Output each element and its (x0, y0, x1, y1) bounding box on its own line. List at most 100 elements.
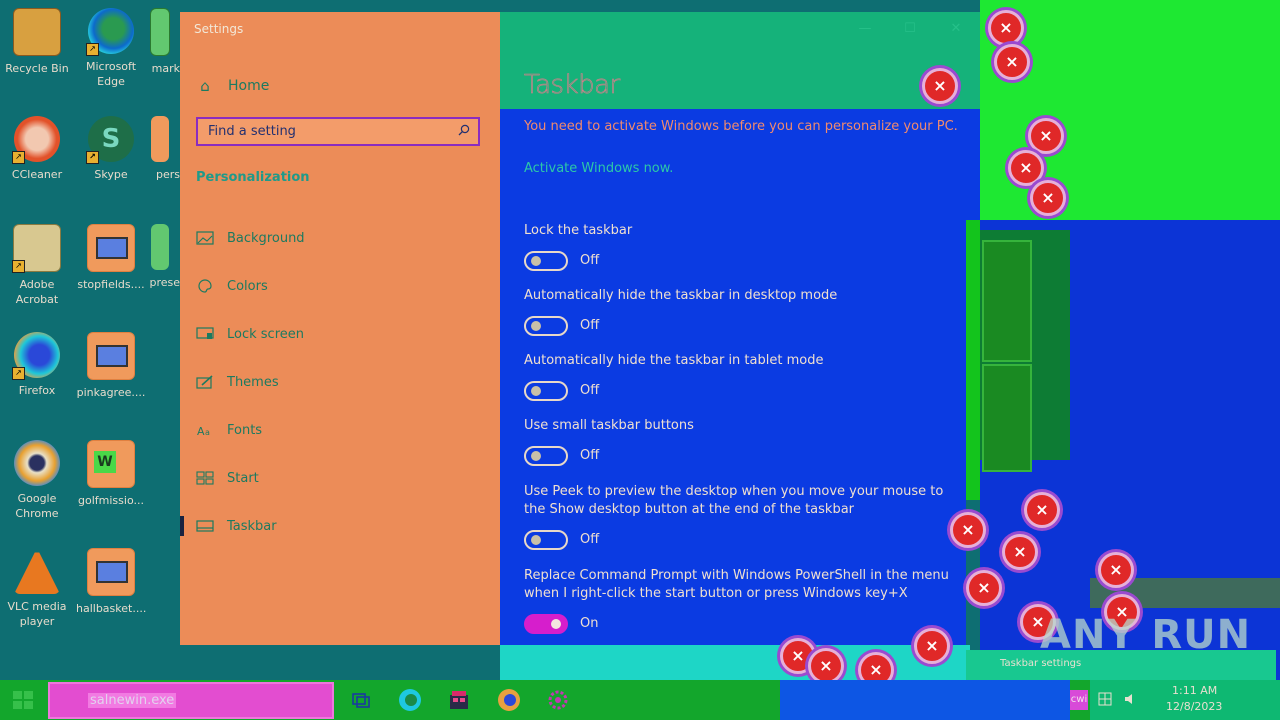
setting-label-autohide-desktop: Automatically hide the taskbar in deskto… (524, 288, 838, 303)
search-box[interactable] (196, 117, 480, 146)
sidebar-item-background[interactable]: Background (196, 228, 305, 248)
edge-icon[interactable] (397, 687, 423, 713)
shortcut-arrow-icon: ↗ (12, 151, 25, 164)
error-icon[interactable]: × (1008, 150, 1044, 186)
settings-content (500, 109, 966, 645)
toggle-small-buttons[interactable] (524, 446, 568, 466)
window-title: Settings (194, 22, 244, 36)
desktop-icon-stopfields[interactable]: stopfields.... (76, 224, 146, 292)
taskbar-search-text[interactable]: salnewin.exe (88, 693, 177, 708)
desktop-icon-edge[interactable]: ↗ Microsoft Edge (76, 8, 146, 89)
desktop-icon-chrome[interactable]: Google Chrome (2, 440, 72, 521)
settings-gear-icon[interactable] (545, 687, 571, 713)
home-icon: ⌂ (200, 77, 210, 95)
setting-label-small-buttons: Use small taskbar buttons (524, 418, 694, 433)
desktop-icon-hallbasket[interactable]: hallbasket.... (76, 548, 146, 616)
toggle-autohide-tablet[interactable] (524, 381, 568, 401)
desktop-icon-recycle-bin[interactable]: Recycle Bin (2, 8, 72, 76)
error-icon[interactable]: × (922, 68, 958, 104)
close-button[interactable]: ✕ (949, 22, 963, 36)
desktop-icon-label: prese (149, 276, 180, 289)
store-icon[interactable] (446, 687, 472, 713)
desktop-icon-label: Microsoft Edge (85, 60, 137, 88)
error-icon[interactable]: × (950, 512, 986, 548)
toggle-knob (531, 321, 541, 331)
minimize-button[interactable]: — (858, 22, 872, 36)
sidebar-item-start[interactable]: Start (196, 468, 259, 488)
start-button[interactable] (12, 690, 34, 710)
image-file-icon (87, 332, 135, 380)
shortcut-arrow-icon: ↗ (12, 260, 25, 273)
sidebar-item-themes[interactable]: Themes (196, 372, 279, 392)
desktop-icon-golfmission[interactable]: W golfmissio... (76, 440, 146, 508)
windows-logo-pane (982, 364, 1032, 472)
desktop-icon-label: Adobe Acrobat (15, 278, 59, 306)
sidebar-item-taskbar[interactable]: Taskbar (196, 516, 277, 536)
taskbar-search-box[interactable]: salnewin.exe (48, 682, 334, 719)
desktop-icon-label: golfmissio... (78, 494, 144, 507)
desktop-icon-label: Google Chrome (15, 492, 59, 520)
shortcut-arrow-icon: ↗ (86, 151, 99, 164)
setting-label-lock-taskbar: Lock the taskbar (524, 223, 633, 238)
error-icon[interactable]: × (1098, 552, 1134, 588)
desktop-icon-firefox[interactable]: ↗ Firefox (2, 332, 72, 398)
vlc-cone-icon (14, 548, 60, 594)
word-badge-icon: W (94, 451, 116, 473)
error-icon[interactable]: × (966, 570, 1002, 606)
error-icon[interactable]: × (1030, 180, 1066, 216)
maximize-button[interactable]: ☐ (903, 22, 917, 36)
taskbar-settings-tooltip: Taskbar settings (1000, 658, 1082, 669)
sidebar-item-colors[interactable]: Colors (196, 276, 268, 296)
desktop-icon-prese[interactable]: prese (140, 224, 180, 290)
error-icon[interactable]: × (1024, 492, 1060, 528)
error-icon[interactable]: × (914, 628, 950, 664)
error-icon[interactable]: × (994, 44, 1030, 80)
desktop-icon-pers[interactable]: pers (140, 116, 180, 182)
sidebar-item-lock-screen[interactable]: Lock screen (196, 324, 304, 344)
activate-windows-link[interactable]: Activate Windows now. (524, 161, 673, 176)
brush-icon (196, 375, 213, 389)
desktop-background-region (966, 220, 980, 500)
palette-icon (198, 279, 212, 293)
edge-icon: ↗ (86, 8, 134, 56)
desktop-icon-pinkagree[interactable]: pinkagree.... (76, 332, 146, 400)
toggle-state: Off (580, 532, 600, 547)
search-icon[interactable] (458, 124, 470, 136)
toggle-peek[interactable] (524, 530, 568, 550)
error-icon[interactable]: × (1002, 534, 1038, 570)
toggle-state: Off (580, 253, 600, 268)
task-view-icon[interactable] (348, 687, 374, 713)
desktop-icon-label: Firefox (18, 384, 56, 397)
sidebar-item-label: Start (227, 470, 259, 486)
clock-time[interactable]: 1:11 AM (1172, 684, 1217, 697)
page-title: Taskbar (524, 70, 621, 101)
sidebar-item-label: Taskbar (227, 518, 277, 534)
desktop-icon-label: VLC media player (7, 600, 67, 628)
image-file-icon (87, 548, 135, 596)
volume-icon[interactable] (1124, 692, 1138, 706)
toggle-lock-taskbar[interactable] (524, 251, 568, 271)
sidebar-item-fonts[interactable]: Aa Fonts (196, 420, 262, 440)
toggle-knob (531, 535, 541, 545)
error-icon[interactable]: × (808, 648, 844, 684)
toggle-powershell[interactable] (524, 614, 568, 634)
toggle-autohide-desktop[interactable] (524, 316, 568, 336)
desktop-icon-adobe-acrobat[interactable]: ↗ Adobe Acrobat (2, 224, 72, 307)
desktop-icon-vlc[interactable]: VLC media player (2, 548, 72, 629)
desktop-icon-ccleaner[interactable]: ↗ CCleaner (2, 116, 72, 182)
error-icon[interactable]: × (1028, 118, 1064, 154)
desktop-icon-skype[interactable]: S ↗ Skype (76, 116, 146, 182)
network-icon[interactable] (1098, 692, 1112, 706)
firefox-icon[interactable] (496, 687, 522, 713)
search-input[interactable] (198, 119, 448, 144)
desktop-icon-mark[interactable]: mark (140, 8, 180, 76)
clock-date[interactable]: 12/8/2023 (1166, 700, 1222, 713)
error-icon[interactable]: × (988, 10, 1024, 46)
setting-label-peek: Use Peek to preview the desktop when you… (524, 484, 944, 517)
nav-home[interactable]: ⌂ Home (196, 76, 269, 96)
desktop-background-region (980, 0, 1280, 220)
nav-home-label: Home (228, 78, 270, 94)
toggle-knob (531, 386, 541, 396)
taskbar-app-label[interactable]: cwi (1070, 690, 1088, 710)
scrollbar-track[interactable] (966, 109, 980, 220)
